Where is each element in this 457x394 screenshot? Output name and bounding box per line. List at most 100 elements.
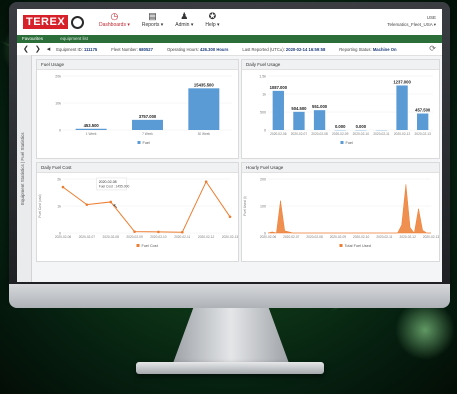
y-tick-label: 1.5k <box>259 75 266 79</box>
top-navigation-bar: TEREX ◷ Dashboards ▾ ▤ Reports ▾ ♟ Admin… <box>17 9 442 36</box>
tab-bar: Favourites equipment list <box>17 35 442 43</box>
bar <box>75 128 107 130</box>
legend-swatch <box>136 244 140 247</box>
data-label: 0.000 <box>356 124 367 129</box>
bar <box>272 90 284 130</box>
equipment-info-bar: ❮ ❯ ◂ Equipment ID: 111175 Fleet Number:… <box>17 43 442 56</box>
data-point <box>61 185 65 189</box>
info-last-reported: Last Reported (UTC±): 2020-02-14 16:59:5… <box>242 46 326 52</box>
series-area <box>267 184 431 234</box>
legend-label: Total Fuel Used <box>345 244 371 248</box>
bar <box>132 119 163 130</box>
panel-hourly-fuel-usage: Hourly Fuel Usage 200 100 0 Fuel Used (l) 20… <box>241 162 440 262</box>
panel-daily-fuel-usage: Daily Fuel Usage 1.5k 1k 500 0 1087.000 2020-… <box>241 59 440 159</box>
x-tick-label: 2020-02-10 <box>353 132 370 136</box>
data-label: 3757.000 <box>139 114 157 119</box>
logo-text: TEREX <box>23 15 69 29</box>
daily-fuel-cost-chart: 2k1k0Fuel Cost (usd)2020-02-06 2020-02-07… <box>38 178 238 249</box>
nav-dashboards-label: Dashboards ▾ <box>99 22 130 28</box>
x-tick-label: 2020-02-07 <box>283 235 300 239</box>
tooltip-value: Fuel Cost : 1455.000 <box>99 184 130 188</box>
x-tick-label: 2020-02-08 <box>306 235 323 239</box>
data-point <box>109 200 113 204</box>
x-tick-label: 1 Week <box>86 132 97 136</box>
panel-fuel-usage: Fuel Usage 20k 10k 0 453.500 1 Week 3757.000 7… <box>36 59 239 159</box>
monitor-stand-neck <box>172 308 290 366</box>
data-point <box>228 215 232 219</box>
dashboard-icon: ◷ <box>110 11 119 21</box>
tab-favourites[interactable]: Favourites <box>22 36 43 41</box>
daily-fuel-usage-chart: 1.5k 1k 500 0 1087.000 2020-02-06 504.500 2020-… <box>259 75 433 145</box>
data-label: 1087.000 <box>270 85 288 90</box>
refresh-icon[interactable]: ⟳ <box>429 44 436 53</box>
data-point <box>133 230 136 233</box>
y-tick-label: 0 <box>264 129 266 133</box>
legend-label: Fuel <box>346 141 354 145</box>
x-tick-label: 2020-02-11 <box>373 132 389 136</box>
data-point <box>204 180 208 183</box>
data-label: 1237.000 <box>393 79 411 84</box>
statistics-sidebar[interactable]: Equipment Statistics | Fuel Statistics <box>17 55 32 282</box>
nav-help[interactable]: ✪ Help ▾ <box>205 11 219 28</box>
data-point <box>85 203 89 206</box>
x-tick-label: 2020-02-08 <box>311 132 328 136</box>
nav-reports[interactable]: ▤ Reports ▾ <box>142 11 163 28</box>
cursor-icon: ↖ <box>113 203 118 210</box>
monitor-chin <box>9 284 450 308</box>
user-account: Telematics_Fleet_USA ▾ <box>387 22 436 27</box>
x-tick-label: 2020-02-12 <box>400 235 417 239</box>
x-tick-label: 2020-02-06 <box>270 132 287 136</box>
x-tick-label: 2020-02-10 <box>353 235 370 239</box>
x-tick-label: 2020-02-08 <box>103 235 120 239</box>
panel-title: Daily Fuel Usage <box>242 60 439 70</box>
nav-dashboards[interactable]: ◷ Dashboards ▾ <box>99 11 130 28</box>
series-line <box>62 180 231 233</box>
monitor-stand-base <box>136 362 324 374</box>
y-tick-label: 200 <box>260 178 266 182</box>
help-icon: ✪ <box>208 11 217 21</box>
legend-swatch <box>137 141 141 144</box>
x-tick-label: 7 Week <box>142 132 153 136</box>
x-tick-label: 2020-02-13 <box>423 235 439 239</box>
back-icon[interactable]: ◂ <box>47 45 51 53</box>
prev-equipment-icon[interactable]: ❮ <box>23 45 29 53</box>
y-tick-label: 1k <box>262 93 266 97</box>
data-label: 504.500 <box>291 106 307 111</box>
y-tick-label: 10k <box>55 102 61 106</box>
info-equipment-id: Equipment ID: 111175 <box>56 46 98 52</box>
user-region: USE <box>426 15 436 20</box>
x-tick-label: 2020-02-11 <box>376 235 392 239</box>
nav-help-label: Help ▾ <box>205 22 220 28</box>
next-equipment-icon[interactable]: ❯ <box>35 45 41 53</box>
data-point <box>157 230 160 234</box>
x-tick-label: 2020-02-09 <box>332 132 349 136</box>
x-tick-label: 2020-02-06 <box>55 235 72 239</box>
info-reporting-status: Reporting Status: Machine On <box>339 46 397 52</box>
data-label: 453.500 <box>84 123 100 128</box>
data-point <box>180 230 184 234</box>
y-tick-label: 500 <box>260 111 266 115</box>
x-tick-label: 2020-02-07 <box>79 235 96 239</box>
panel-daily-fuel-cost: Daily Fuel Cost 2k 1k 0 Fuel Cost (usd) 2020… <box>36 162 239 262</box>
y-tick-label: 2k <box>57 178 61 182</box>
x-tick-label: 2020-02-11 <box>174 235 190 239</box>
data-label: 15435.500 <box>194 82 214 87</box>
panel-title: Hourly Fuel Usage <box>242 163 439 173</box>
bar <box>417 113 429 130</box>
terex-logo[interactable]: TEREX <box>23 13 85 31</box>
user-menu[interactable]: USE Telematics_Fleet_USA ▾ <box>387 14 436 28</box>
bar <box>293 111 305 130</box>
nav-admin[interactable]: ♟ Admin ▾ <box>175 11 193 28</box>
data-label: 551.000 <box>312 104 328 109</box>
bar <box>188 88 220 130</box>
tab-equipment-list[interactable]: equipment list <box>60 36 88 41</box>
fuel-usage-chart: 20k 10k 0 453.500 1 Week 3757.000 7 Week 15435.… <box>55 75 232 145</box>
panel-title: Daily Fuel Cost <box>37 163 238 173</box>
y-tick-label: 100 <box>260 205 266 209</box>
y-tick-label: 0 <box>59 129 61 133</box>
bar <box>396 85 408 130</box>
x-tick-label: 2020-02-12 <box>394 132 411 136</box>
logo-mark-icon <box>71 15 85 29</box>
y-tick-label: 20k <box>55 75 61 79</box>
y-axis-label: Fuel Used (l) <box>243 196 247 215</box>
